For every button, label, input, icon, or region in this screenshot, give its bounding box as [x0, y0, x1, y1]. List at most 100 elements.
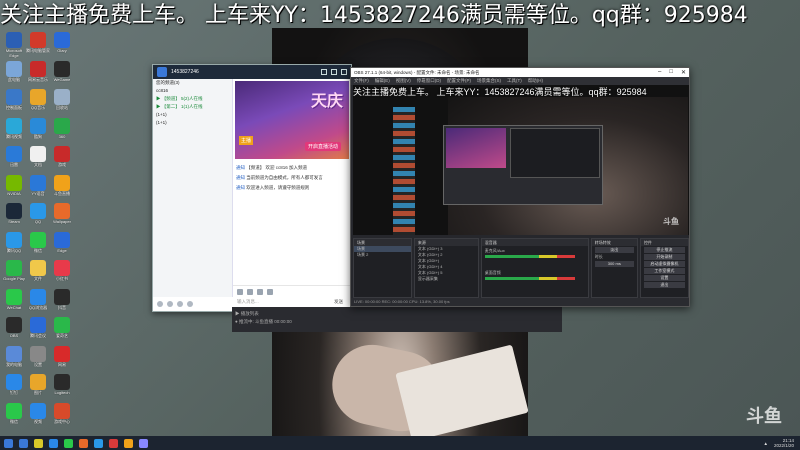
obs-control-button[interactable]: 停止推流 [643, 247, 685, 253]
desktop-icon[interactable]: 钉钉 [2, 374, 26, 400]
minimize-icon[interactable] [321, 69, 327, 75]
desktop-icon[interactable]: 腾讯会议 [26, 317, 50, 343]
desktop-icon[interactable]: 迅雷 [2, 146, 26, 172]
desktop-icon[interactable]: Steam [2, 203, 26, 229]
close-icon[interactable] [341, 69, 347, 75]
desktop-icon[interactable]: 我的电脑 [2, 345, 26, 372]
desktop-icon[interactable]: Microsoft Edge [2, 32, 26, 58]
desktop-icon[interactable]: YY语音 [26, 174, 50, 201]
taskbar-app-icon[interactable] [94, 438, 103, 448]
obs-menu-item[interactable]: 视图(V) [396, 78, 411, 84]
obs-menu-item[interactable]: 场景集合(S) [477, 78, 501, 84]
maximize-icon[interactable] [331, 69, 337, 75]
obs-control-button[interactable]: 开始录制 [643, 254, 685, 260]
desktop-icon[interactable]: 视频 [26, 402, 50, 429]
desktop-icon[interactable]: 网易 [50, 345, 74, 372]
desktop-icon[interactable]: 图片 [26, 374, 50, 400]
obs-control-button[interactable]: 工作室模式 [643, 268, 685, 274]
channel-list-item[interactable]: ▶ 【频道】 5(2)人在线 [153, 95, 232, 103]
chat-titlebar[interactable]: 1453827246 [153, 65, 351, 79]
dock-line-1[interactable]: ▶ 播放列表 [235, 310, 559, 318]
channel-list-item[interactable]: (1+1) [153, 119, 232, 127]
desktop-icon[interactable]: QQ音乐 [26, 89, 50, 115]
desktop-icon[interactable]: Edge [50, 231, 74, 258]
obs-control-button[interactable]: 启动虚拟摄像机 [643, 261, 685, 267]
taskbar-app-icon[interactable] [79, 438, 88, 448]
desktop-icon[interactable]: WeChat [2, 288, 26, 315]
close-icon[interactable]: ✕ [681, 69, 686, 76]
desktop-icon[interactable]: 微信 [2, 402, 26, 429]
emoji-icon[interactable] [237, 288, 243, 295]
scene-item[interactable]: 场景 2 [354, 252, 411, 258]
obs-menu-item[interactable]: 文件(F) [354, 78, 369, 84]
obs-control-button[interactable]: 退出 [643, 282, 685, 288]
taskbar-app-icon[interactable] [109, 438, 118, 448]
desktop-icon[interactable]: 文档 [26, 146, 50, 172]
network-icon[interactable]: ▲ [764, 441, 768, 446]
speaker-icon[interactable] [167, 301, 173, 307]
desktop-icon[interactable]: 酷狗 [26, 117, 50, 144]
send-button[interactable]: 发送 [334, 299, 343, 305]
channel-list-item[interactable]: cc816 [153, 87, 232, 95]
obs-window[interactable]: OBS 27.1.1 (64-bit, windows) - 配置文件: 未命名… [350, 67, 690, 307]
taskbar-app-icon[interactable] [19, 438, 28, 448]
desktop-icon[interactable]: 腾讯电脑管家 [26, 32, 50, 58]
desktop-icon[interactable]: 腾讯视频 [2, 117, 26, 144]
maximize-icon[interactable]: □ [669, 69, 673, 76]
desktop-icon[interactable]: 文件 [26, 260, 50, 286]
channel-list-item[interactable]: ▶ 【第二】 1(1)人在线 [153, 103, 232, 111]
clock[interactable]: 21:14 2022/1/20 [774, 438, 794, 448]
transition-select[interactable]: 淡出 [594, 247, 634, 253]
settings-icon[interactable] [267, 288, 273, 295]
desktop-icon[interactable]: Wallpaper [50, 203, 74, 229]
obs-preview-canvas[interactable]: 关注主播免费上车。 上车来YY：1453827246满员需等位。qq群：9259… [353, 85, 689, 235]
gift-icon[interactable] [257, 288, 263, 295]
channel-list-item[interactable]: (1+1) [153, 111, 232, 119]
obs-titlebar[interactable]: OBS 27.1.1 (64-bit, windows) - 配置文件: 未命名… [351, 68, 689, 77]
desktop-icon[interactable]: 小红书 [50, 260, 74, 286]
desktop-icon[interactable]: Glary [50, 32, 74, 58]
banner-cta-button[interactable]: 开启直播活动 [304, 142, 341, 151]
channel-list[interactable]: 您的频道(3) cc816 ▶ 【频道】 5(2)人在线 ▶ 【第二】 1(1)人在线… [153, 79, 233, 297]
desktop-icon[interactable]: 抖音 [50, 288, 74, 315]
desktop-icon[interactable]: 回收站 [50, 89, 74, 115]
desktop-icon[interactable]: 爱奇艺 [50, 317, 74, 343]
desktop-icon[interactable]: 控制面板 [2, 89, 26, 115]
desktop-icon[interactable]: 斗鱼直播 [50, 174, 74, 201]
desktop-icon[interactable]: 此电脑 [2, 60, 26, 87]
start-icon[interactable] [4, 438, 13, 448]
desktop-icon[interactable]: 微信 [26, 231, 50, 258]
desktop-icon[interactable]: Google Play [2, 260, 26, 286]
obs-menu-item[interactable]: 编辑(E) [375, 78, 390, 84]
minimize-icon[interactable]: – [658, 69, 661, 76]
desktop-icon[interactable]: 设置 [26, 345, 50, 372]
event-banner[interactable]: 天庆 主播 开启直播活动 [235, 81, 349, 159]
desktop-icon[interactable]: 游戏 [50, 146, 74, 172]
source-item[interactable]: 显示器采集 [415, 276, 478, 282]
desktop-icon[interactable]: WeGame [50, 60, 74, 87]
desktop-icon[interactable]: 游戏中心 [50, 402, 74, 429]
obs-menu-item[interactable]: 帮助(H) [528, 78, 543, 84]
more-icon[interactable] [187, 301, 193, 307]
taskbar-app-icon[interactable] [64, 438, 73, 448]
desktop-icon[interactable]: 腾讯QQ [2, 231, 26, 258]
channel-list-item[interactable]: 您的频道(3) [153, 79, 232, 87]
desktop-icon[interactable]: QQ浏览器 [26, 288, 50, 315]
taskbar-app-icon[interactable] [49, 438, 58, 448]
desktop-icon[interactable]: 360 [50, 117, 74, 144]
desktop-icon[interactable]: NVIDIA [2, 174, 26, 201]
desktop-icon[interactable]: Logitech [50, 374, 74, 400]
taskbar-app-icon[interactable] [34, 438, 43, 448]
taskbar-app-icon[interactable] [139, 438, 148, 448]
obs-menu-item[interactable]: 配置文件(P) [447, 78, 471, 84]
obs-control-button[interactable]: 设置 [643, 275, 685, 281]
voice-chat-window[interactable]: 1453827246 您的频道(3) cc816 ▶ 【频道】 5(2)人在线 ▶ 【… [152, 64, 352, 312]
duration-field[interactable]: 300 ms [594, 261, 634, 267]
mic-icon[interactable] [157, 301, 163, 307]
obs-menu-item[interactable]: 工具(T) [507, 78, 522, 84]
image-icon[interactable] [247, 288, 253, 295]
desktop-icon[interactable]: 网易云音乐 [26, 60, 50, 87]
desktop-icon[interactable]: QQ [26, 203, 50, 229]
obs-menu-item[interactable]: 停靠窗口(D) [417, 78, 441, 84]
camera-icon[interactable] [177, 301, 183, 307]
